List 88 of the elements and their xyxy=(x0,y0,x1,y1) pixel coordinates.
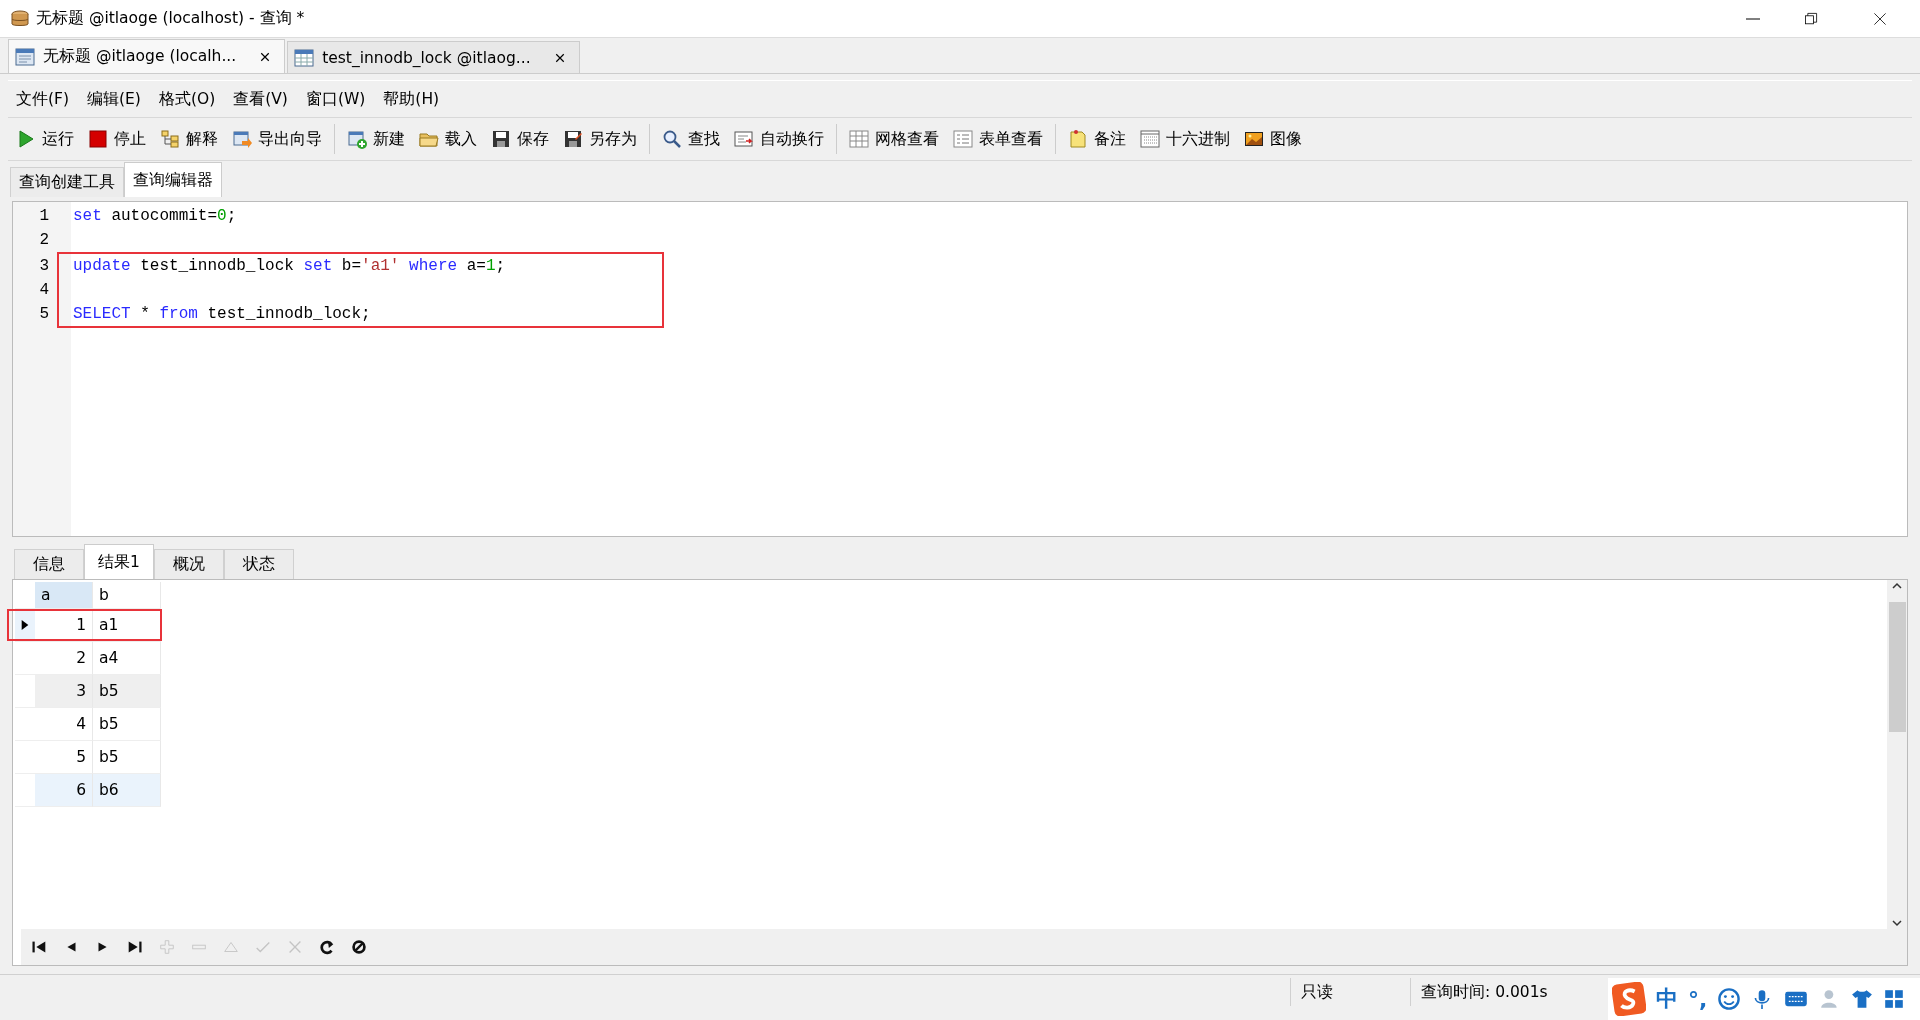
stop-query-icon xyxy=(350,938,368,956)
toolbar-button[interactable]: 自动换行 xyxy=(732,125,826,153)
toolbar-button[interactable]: 表单查看 xyxy=(951,125,1045,153)
table-cell: 2 xyxy=(35,642,93,675)
scrollbar[interactable] xyxy=(1887,580,1907,929)
toolbar-button[interactable]: 导出向导 xyxy=(230,125,324,153)
database-icon xyxy=(10,8,30,29)
toolbar-button[interactable]: 停止 xyxy=(86,125,148,153)
menu-item[interactable]: 窗口(W) xyxy=(303,86,368,112)
result-tab[interactable]: 状态 xyxy=(224,549,294,579)
tree-icon xyxy=(160,129,180,149)
toolbar-button[interactable]: 十六进制 xyxy=(1138,125,1232,153)
hex-grid-icon xyxy=(1140,129,1160,149)
table-cell: 4 xyxy=(35,708,93,741)
form-icon xyxy=(953,129,973,149)
window-title: 无标题 @itlaoge (localhost) - 查询 * xyxy=(36,8,305,29)
export-icon xyxy=(232,129,252,149)
result-tab[interactable]: 结果1 xyxy=(84,544,154,579)
table-cell: b5 xyxy=(93,708,161,741)
tab-label: test_innodb_lock @itlaog... xyxy=(322,48,531,67)
table-cell: 3 xyxy=(35,675,93,708)
code-line: set autocommit=0; xyxy=(73,207,237,225)
scroll-down-icon xyxy=(1891,917,1903,929)
table-cell: b5 xyxy=(93,741,161,774)
stop-query-button[interactable] xyxy=(349,937,369,957)
toolbar-button[interactable]: 运行 xyxy=(14,125,76,153)
line-number: 3 xyxy=(38,257,50,275)
tab-label: 无标题 @itlaoge (localh... xyxy=(43,46,237,67)
toolbar-button[interactable]: 载入 xyxy=(417,125,479,153)
menu-item[interactable]: 格式(O) xyxy=(156,86,218,112)
document-tab[interactable]: test_innodb_lock @itlaog... xyxy=(287,41,580,73)
shirt-icon xyxy=(1851,987,1874,1011)
editor-tab[interactable]: 查询创建工具 xyxy=(10,167,124,197)
menu-item[interactable]: 查看(V) xyxy=(231,86,290,112)
ime-logo-icon xyxy=(1612,982,1646,1016)
line-number: 5 xyxy=(38,305,50,323)
menu-item[interactable]: 文件(F) xyxy=(14,86,71,112)
close-icon xyxy=(259,50,272,63)
column-header[interactable]: a xyxy=(35,582,93,609)
line-number: 4 xyxy=(38,281,50,299)
code-line: SELECT * from test_innodb_lock; xyxy=(73,305,371,323)
editor-tab[interactable]: 查询编辑器 xyxy=(124,162,222,197)
line-number: 2 xyxy=(38,231,50,249)
new-icon xyxy=(347,129,367,149)
toolbar-button[interactable]: 另存为 xyxy=(561,125,639,153)
result-tab[interactable]: 概况 xyxy=(154,549,224,579)
image-icon xyxy=(1244,129,1264,149)
table-cell: 6 xyxy=(35,774,93,807)
toolbar-button[interactable]: 解释 xyxy=(158,125,220,153)
grid-icon xyxy=(849,129,869,149)
stop-icon xyxy=(88,129,108,149)
ime-language[interactable]: 中 xyxy=(1656,984,1678,1014)
search-icon xyxy=(662,129,682,149)
play-icon xyxy=(16,129,36,149)
add-record-icon xyxy=(158,938,176,956)
note-icon xyxy=(1068,129,1088,149)
toolbar-button[interactable]: 图像 xyxy=(1242,125,1304,153)
code-line: update test_innodb_lock set b='a1' where a=1; xyxy=(73,257,506,275)
minimize-icon xyxy=(1746,17,1760,20)
close-icon xyxy=(553,51,566,64)
query-window-icon xyxy=(15,46,35,67)
toolbar-button[interactable]: 备注 xyxy=(1066,125,1128,153)
table-cell: b5 xyxy=(93,675,161,708)
ime-punctuation[interactable]: °, xyxy=(1688,986,1708,1012)
table-cell: a4 xyxy=(93,642,161,675)
save-as-icon xyxy=(563,129,583,149)
toolbar-button[interactable]: 网格查看 xyxy=(847,125,941,153)
menu-item[interactable]: 帮助(H) xyxy=(381,86,442,112)
toolbar-button[interactable]: 查找 xyxy=(660,125,722,153)
refresh-icon xyxy=(318,938,336,956)
table-cell: 5 xyxy=(35,741,93,774)
smiley-icon xyxy=(1717,987,1742,1011)
toolbar-button[interactable]: 新建 xyxy=(345,125,407,153)
result-tab[interactable]: 信息 xyxy=(14,549,84,579)
query-time: 查询时间: 0.001s xyxy=(1421,981,1548,1003)
column-header[interactable]: b xyxy=(93,582,161,609)
document-tab[interactable]: 无标题 @itlaoge (localh... xyxy=(8,39,286,73)
table-icon xyxy=(294,47,315,68)
read-only-status: 只读 xyxy=(1301,981,1333,1003)
toolbar-button[interactable]: 保存 xyxy=(489,125,551,153)
wrap-icon xyxy=(734,129,754,149)
line-number: 1 xyxy=(38,207,50,225)
save-icon xyxy=(491,129,511,149)
apps-icon xyxy=(1883,987,1906,1011)
menu-item[interactable]: 编辑(E) xyxy=(85,86,143,112)
close-icon xyxy=(1872,10,1888,27)
restore-icon xyxy=(1803,10,1819,27)
table-cell: b6 xyxy=(93,774,161,807)
